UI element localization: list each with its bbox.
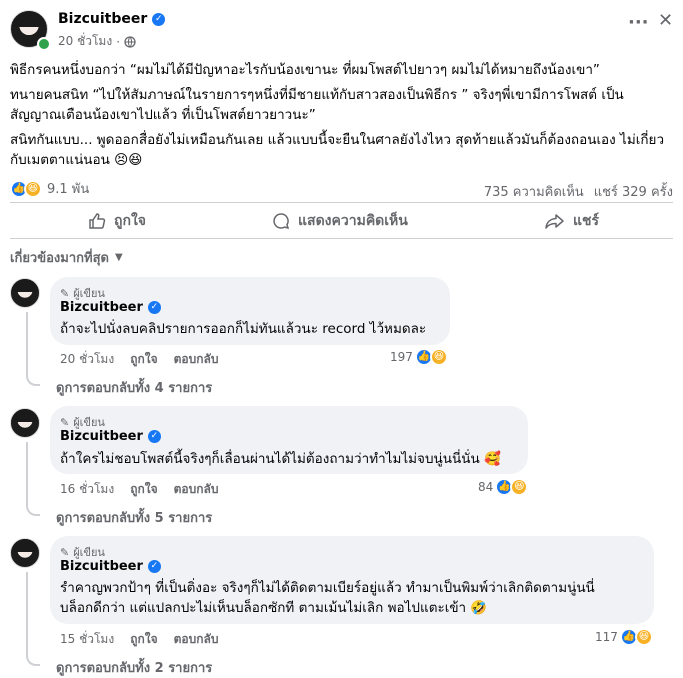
comment-reaction-count[interactable]: 197 👍 😆 xyxy=(390,348,448,366)
comment-text-line-2: บล็อกดีกว่า แต่แปลกปะไม่เห็นบล็อกซักที ต… xyxy=(60,600,488,616)
reaction-count-value: 84 xyxy=(478,480,494,494)
shares-count[interactable]: แชร์ 329 ครั้ง xyxy=(594,181,673,202)
comment-author[interactable]: Bizcuitbeer ✓ xyxy=(60,559,161,574)
online-status-dot xyxy=(37,37,51,51)
comment-actions: 15 ชั่วโมง ถูกใจ ตอบกลับ xyxy=(60,630,218,649)
share-button[interactable]: แชร์ xyxy=(545,210,599,232)
actions-divider-bottom xyxy=(10,238,673,239)
comment-bubble-icon xyxy=(273,213,290,230)
verified-badge-icon: ✓ xyxy=(147,430,161,443)
thumbs-up-icon xyxy=(89,213,106,229)
post-meta: 20 ชั่วโมง · xyxy=(58,32,136,51)
post-author-row: Bizcuitbeer ✓ xyxy=(58,11,166,27)
post-paragraph-3: สนิทกันแบบ... พูดออกสื่อยังไม่เหมือนกันเ… xyxy=(10,132,665,168)
share-button-label: แชร์ xyxy=(573,213,600,229)
comment-reply-button[interactable]: ตอบกลับ xyxy=(174,630,219,649)
comment-time[interactable]: 20 ชั่วโมง xyxy=(60,350,114,369)
comment-reaction-count[interactable]: 84 👍 😆 xyxy=(478,478,529,496)
comment-actions: 16 ชั่วโมง ถูกใจ ตอบกลับ xyxy=(60,480,218,499)
comment-text-line-1: รำคาญพวกป้าๆ ที่เป็นติ่งอะ จริงๆก็ไม่ได้… xyxy=(60,580,595,596)
comment-text: ถ้าใครไม่ชอบโพสต์นี้จริงๆก็เลื่อนผ่านได้… xyxy=(60,451,501,467)
post-author-name[interactable]: Bizcuitbeer xyxy=(58,11,147,27)
comment-author[interactable]: Bizcuitbeer ✓ xyxy=(60,300,161,315)
post-paragraph-1: พิธีกรคนหนึ่งบอกว่า “ผมไม่ได้มีปัญหาอะไร… xyxy=(10,62,600,78)
like-button-label: ถูกใจ xyxy=(114,213,146,229)
comment-reply-button[interactable]: ตอบกลับ xyxy=(174,350,219,369)
verified-badge-icon: ✓ xyxy=(147,301,161,314)
comment-like-button[interactable]: ถูกใจ xyxy=(130,350,157,369)
comment-filter-label: เกี่ยวข้องมากที่สุด xyxy=(10,251,109,266)
chevron-down-icon: ▼ xyxy=(114,252,123,263)
comment-time[interactable]: 16 ชั่วโมง xyxy=(60,480,114,499)
haha-reaction-icon: 😆 xyxy=(429,348,448,366)
avatar-hair xyxy=(11,279,39,292)
comment-reaction-count[interactable]: 117 👍 😆 xyxy=(595,628,653,646)
reply-thread-line xyxy=(26,572,40,666)
comment-like-button[interactable]: ถูกใจ xyxy=(130,480,157,499)
verified-badge-icon: ✓ xyxy=(147,560,161,573)
meta-separator: · xyxy=(116,34,121,49)
globe-icon xyxy=(124,35,136,48)
reaction-count-value: 197 xyxy=(390,350,413,364)
pen-icon: ✎ xyxy=(60,286,70,300)
post-time[interactable]: 20 ชั่วโมง xyxy=(58,32,112,51)
reactions-summary[interactable]: 👍 😆 9.1 พัน xyxy=(10,178,89,199)
view-replies-link[interactable]: ดูการตอบกลับทั้ง 4 รายการ xyxy=(56,377,212,398)
view-replies-link[interactable]: ดูการตอบกลับทั้ง 5 รายการ xyxy=(56,507,212,528)
comment-author-name: Bizcuitbeer xyxy=(60,559,143,574)
comment-author-name: Bizcuitbeer xyxy=(60,300,143,315)
comment-text: ถ้าจะไปนั่งลบคลิปรายการออกก็ไม่ทันแล้วนะ… xyxy=(60,321,427,337)
reply-thread-line xyxy=(26,312,40,386)
engagement-counts: 735 ความคิดเห็น แชร์ 329 ครั้ง xyxy=(484,181,673,202)
avatar-hair xyxy=(11,539,39,552)
haha-reaction-icon: 😆 xyxy=(24,179,42,198)
comment-like-button[interactable]: ถูกใจ xyxy=(130,630,157,649)
comment-button-label: แสดงความคิดเห็น xyxy=(298,213,408,229)
reply-thread-line xyxy=(26,442,40,516)
reaction-count-value: 117 xyxy=(595,630,618,644)
comment-filter-dropdown[interactable]: เกี่ยวข้องมากที่สุด ▼ xyxy=(10,247,123,268)
pen-icon: ✎ xyxy=(60,415,70,429)
comment-author-name: Bizcuitbeer xyxy=(60,429,143,444)
pen-icon: ✎ xyxy=(60,545,70,559)
comment-avatar[interactable] xyxy=(10,408,40,438)
actions-divider-top xyxy=(10,202,673,203)
like-button[interactable]: ถูกใจ xyxy=(88,210,146,232)
comment-avatar[interactable] xyxy=(10,278,40,308)
comment-time[interactable]: 15 ชั่วโมง xyxy=(60,630,114,649)
comment-author[interactable]: Bizcuitbeer ✓ xyxy=(60,429,161,444)
reactions-count: 9.1 พัน xyxy=(47,182,90,197)
avatar-hair xyxy=(11,409,39,422)
haha-reaction-icon: 😆 xyxy=(510,478,529,496)
comment-button[interactable]: แสดงความคิดเห็น xyxy=(272,210,408,232)
comment-reply-button[interactable]: ตอบกลับ xyxy=(174,480,219,499)
more-options-icon[interactable]: ··· xyxy=(628,12,649,33)
haha-reaction-icon: 😆 xyxy=(634,628,653,646)
verified-badge-icon: ✓ xyxy=(152,12,166,26)
comments-count[interactable]: 735 ความคิดเห็น xyxy=(484,181,584,202)
share-arrow-icon xyxy=(545,214,564,229)
post-paragraph-2: ทนายคนสนิท “ไปให้สัมภาษณ์ในรายการๆหนึ่งท… xyxy=(10,87,624,123)
close-icon[interactable]: ✕ xyxy=(658,10,673,31)
view-replies-link[interactable]: ดูการตอบกลับทั้ง 2 รายการ xyxy=(56,657,212,678)
avatar-hair xyxy=(11,11,47,28)
comment-actions: 20 ชั่วโมง ถูกใจ ตอบกลับ xyxy=(60,350,218,369)
comment-avatar[interactable] xyxy=(10,538,40,568)
